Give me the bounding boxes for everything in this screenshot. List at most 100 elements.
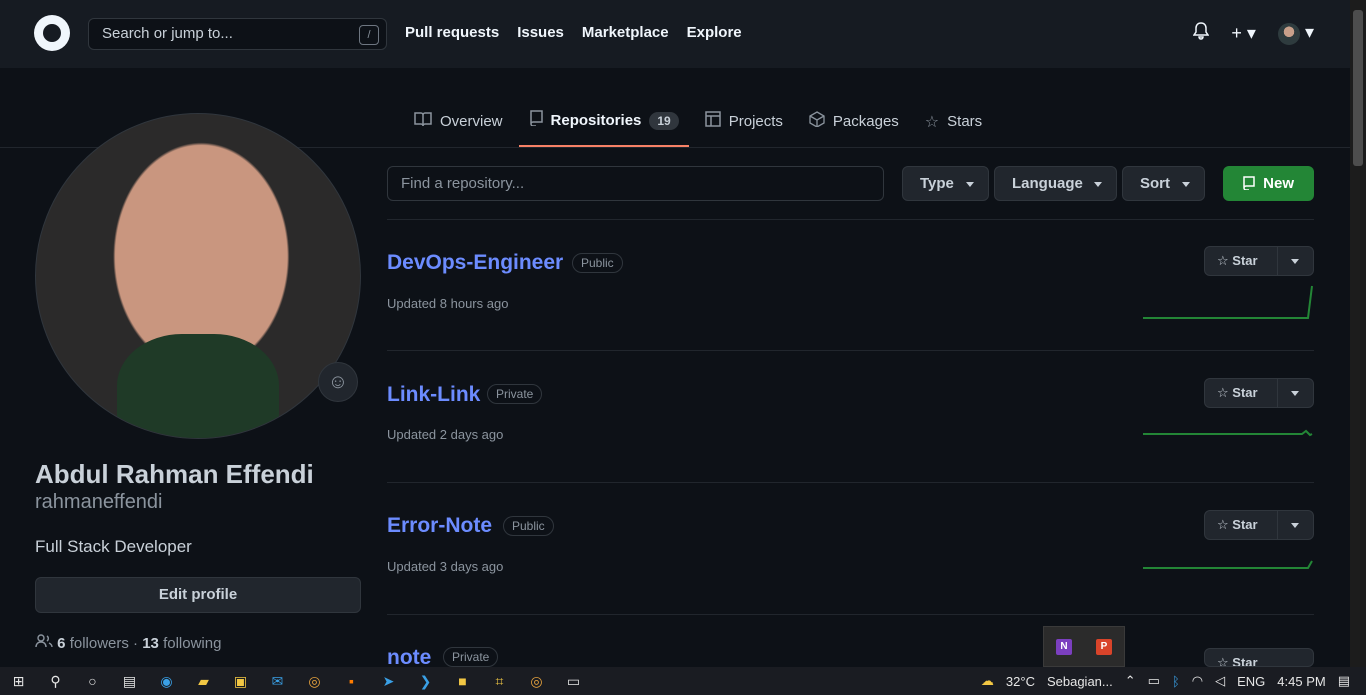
- sort-dropdown[interactable]: Sort: [1122, 166, 1205, 201]
- star-label: ☆ Star: [1217, 385, 1258, 400]
- chrome-icon[interactable]: ◎: [296, 673, 333, 690]
- repo-name-link[interactable]: Link-Link: [387, 383, 480, 407]
- weather-icon[interactable]: ☁: [981, 673, 994, 689]
- volume-icon[interactable]: ◁: [1215, 673, 1225, 689]
- app-icon[interactable]: ⌗: [481, 673, 518, 690]
- find-repository-input[interactable]: Find a repository...: [387, 166, 884, 201]
- cortana-icon[interactable]: ○: [74, 673, 111, 689]
- header-icons: + ▾ ▾: [1192, 22, 1314, 45]
- tab-overview-label: Overview: [440, 113, 503, 130]
- smiley-icon[interactable]: ☺: [318, 362, 358, 402]
- store-icon[interactable]: ▣: [222, 673, 259, 690]
- app-tray-icon[interactable]: P: [1096, 639, 1112, 655]
- repo-divider: [387, 219, 1314, 220]
- battery-icon[interactable]: ▭: [1148, 673, 1160, 689]
- star-button[interactable]: ☆ Star: [1204, 648, 1314, 667]
- windows-taskbar: ⊞ ⚲ ○ ▤ ◉ ▰ ▣ ✉ ◎ ▪ ➤ ❯ ■ ⌗ ◎ ▭ ☁ 32°C S…: [0, 667, 1366, 695]
- tab-stars[interactable]: ☆ Stars: [915, 96, 992, 147]
- tab-packages-label: Packages: [832, 113, 899, 130]
- activity-sparkline: [1143, 429, 1313, 437]
- followers-label[interactable]: followers: [70, 635, 129, 652]
- star-button[interactable]: ☆ Star: [1204, 246, 1314, 276]
- clock[interactable]: 4:45 PM: [1277, 674, 1325, 689]
- following-count[interactable]: 13: [142, 635, 159, 652]
- profile-avatar[interactable]: [35, 113, 361, 439]
- star-dropdown-chevron-icon[interactable]: [1291, 523, 1299, 528]
- new-repo-button[interactable]: New: [1223, 166, 1314, 201]
- system-tray: ☁ 32°C Sebagian... ⌃ ▭ ᛒ ◠ ◁ ENG 4:45 PM…: [981, 667, 1350, 695]
- chevron-up-icon[interactable]: ⌃: [1125, 673, 1136, 689]
- bluetooth-icon[interactable]: ᛒ: [1172, 674, 1180, 689]
- windows-start-icon[interactable]: ⊞: [0, 673, 37, 690]
- star-divider: [1277, 511, 1278, 539]
- repo-updated: Updated 2 days ago: [387, 427, 504, 442]
- profile-bio: Full Stack Developer: [35, 537, 192, 556]
- profile-login: rahmaneffendi: [35, 491, 163, 513]
- bell-icon[interactable]: [1192, 22, 1210, 45]
- weather-desc[interactable]: Sebagian...: [1047, 674, 1113, 689]
- file-explorer-icon[interactable]: ▰: [185, 673, 222, 690]
- activity-sparkline: [1143, 285, 1313, 319]
- repo-name-link[interactable]: DevOps-Engineer: [387, 251, 563, 275]
- edit-profile-button[interactable]: Edit profile: [35, 577, 361, 613]
- illustrator-icon[interactable]: ▪: [333, 673, 370, 689]
- mail-icon[interactable]: ✉: [259, 673, 296, 690]
- nav-pull-requests[interactable]: Pull requests: [405, 24, 499, 41]
- terminal-icon[interactable]: ▭: [555, 673, 592, 690]
- user-menu[interactable]: ▾: [1277, 22, 1314, 45]
- slash-key-hint: /: [359, 25, 379, 45]
- nav-marketplace[interactable]: Marketplace: [582, 24, 669, 41]
- star-dropdown-chevron-icon[interactable]: [1291, 259, 1299, 264]
- star-divider: [1277, 247, 1278, 275]
- language-dropdown[interactable]: Language: [994, 166, 1117, 201]
- nav-explore[interactable]: Explore: [687, 24, 742, 41]
- sticky-notes-icon[interactable]: ■: [444, 673, 481, 689]
- tab-packages[interactable]: Packages: [799, 96, 909, 147]
- nav-issues[interactable]: Issues: [517, 24, 564, 41]
- tray-overflow-popup: N P: [1043, 626, 1125, 667]
- weather-temp[interactable]: 32°C: [1006, 674, 1035, 689]
- plus-dropdown-icon[interactable]: + ▾: [1231, 23, 1256, 44]
- star-button[interactable]: ☆ Star: [1204, 378, 1314, 408]
- repo-icon: [529, 110, 543, 131]
- top-header: Search or jump to... / Pull requests Iss…: [0, 0, 1350, 68]
- repo-divider: [387, 350, 1314, 351]
- onenote-icon[interactable]: N: [1056, 639, 1072, 655]
- visibility-badge: Private: [443, 647, 499, 667]
- github-logo-icon[interactable]: [34, 15, 70, 51]
- star-divider: [1277, 379, 1278, 407]
- search-icon[interactable]: ⚲: [37, 673, 74, 690]
- type-dropdown[interactable]: Type: [902, 166, 989, 201]
- visibility-badge: Public: [503, 516, 554, 536]
- tab-overview[interactable]: Overview: [404, 96, 513, 147]
- telegram-icon[interactable]: ➤: [370, 673, 407, 690]
- new-repo-label: New: [1263, 175, 1294, 192]
- star-dropdown-chevron-icon[interactable]: [1291, 391, 1299, 396]
- notification-icon[interactable]: ▤: [1338, 673, 1350, 689]
- follow-stats: 6 followers · 13 following: [35, 634, 221, 652]
- repo-updated: Updated 8 hours ago: [387, 296, 509, 311]
- tab-projects[interactable]: Projects: [695, 96, 793, 147]
- page-scrollbar[interactable]: [1350, 0, 1366, 667]
- repo-updated: Updated 3 days ago: [387, 559, 504, 574]
- repo-divider: [387, 482, 1314, 483]
- edge-icon[interactable]: ◉: [148, 673, 185, 690]
- following-label[interactable]: following: [163, 635, 221, 652]
- chrome-icon[interactable]: ◎: [518, 673, 555, 690]
- top-nav: Pull requests Issues Marketplace Explore: [405, 24, 742, 41]
- profile-tabs: Overview Repositories 19 Projects Packag…: [404, 96, 998, 148]
- followers-count[interactable]: 6: [57, 635, 65, 652]
- scrollbar-thumb[interactable]: [1353, 10, 1363, 166]
- star-icon: ☆: [924, 113, 940, 131]
- wifi-icon[interactable]: ◠: [1192, 673, 1203, 689]
- tab-repositories[interactable]: Repositories 19: [518, 96, 689, 147]
- search-input[interactable]: Search or jump to... /: [88, 18, 387, 50]
- star-button[interactable]: ☆ Star: [1204, 510, 1314, 540]
- task-view-icon[interactable]: ▤: [111, 673, 148, 690]
- vscode-icon[interactable]: ❯: [407, 673, 444, 690]
- language-indicator[interactable]: ENG: [1237, 674, 1265, 689]
- activity-sparkline: [1143, 560, 1313, 569]
- avatar-small-icon: [1277, 22, 1300, 45]
- repo-name-link[interactable]: Error-Note: [387, 514, 492, 538]
- tab-projects-label: Projects: [728, 113, 783, 130]
